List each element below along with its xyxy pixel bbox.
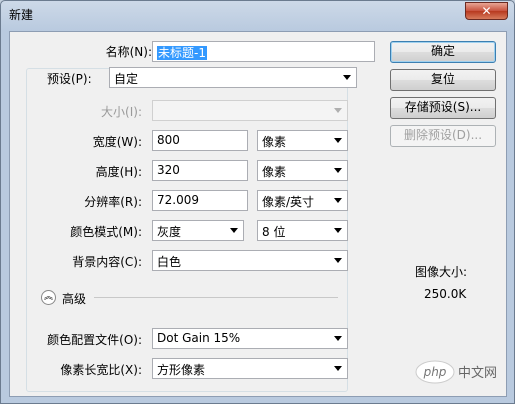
save-preset-button-label: 存储预设(S)... xyxy=(404,100,482,114)
height-unit-select[interactable]: 像素 xyxy=(257,160,348,181)
color-profile-label: 颜色配置文件(O): xyxy=(47,333,142,347)
color-profile-select[interactable]: Dot Gain 15% xyxy=(152,328,348,349)
height-input[interactable]: 320 xyxy=(152,160,248,181)
preset-value: 自定 xyxy=(114,72,139,86)
chevron-down-icon xyxy=(334,108,342,113)
double-chevron-up-icon: ︽ xyxy=(43,292,53,302)
size-select[interactable] xyxy=(152,100,348,121)
name-label: 名称(N): xyxy=(105,45,152,59)
chevron-down-icon xyxy=(334,198,342,203)
width-label: 宽度(W): xyxy=(92,135,142,149)
width-unit-value: 像素 xyxy=(262,135,287,149)
advanced-toggle-button[interactable]: ︽ xyxy=(41,290,56,305)
chevron-down-icon xyxy=(230,228,238,233)
ok-button-label: 确定 xyxy=(430,44,455,58)
chevron-down-icon xyxy=(343,75,351,80)
pixel-aspect-value: 方形像素 xyxy=(157,363,206,377)
size-label: 大小(I): xyxy=(101,105,142,119)
reset-button-label: 复位 xyxy=(430,72,455,86)
advanced-divider xyxy=(94,297,338,298)
name-input[interactable]: 未标题-1 xyxy=(152,41,375,62)
chevron-down-icon xyxy=(334,138,342,143)
width-input[interactable]: 800 xyxy=(152,130,248,151)
bit-depth-value: 8 位 xyxy=(262,225,286,239)
php-watermark: php 中文网 xyxy=(415,359,505,388)
resolution-label: 分辨率(R): xyxy=(84,195,142,209)
advanced-label: 高级 xyxy=(62,292,87,306)
background-label: 背景内容(C): xyxy=(72,255,142,269)
svg-text:中文网: 中文网 xyxy=(458,366,497,381)
chevron-down-icon xyxy=(334,168,342,173)
color-mode-value: 灰度 xyxy=(157,225,182,239)
color-profile-value: Dot Gain 15% xyxy=(157,331,241,345)
preset-select[interactable]: 自定 xyxy=(109,67,357,88)
new-document-dialog: 新建 ✕ 名称(N): 未标题-1 预设(P): 自定 大小(I): 宽度(W)… xyxy=(0,0,515,404)
window-title: 新建 xyxy=(9,8,34,22)
preset-label: 预设(P): xyxy=(44,70,95,87)
chevron-down-icon xyxy=(334,336,342,341)
color-mode-select[interactable]: 灰度 xyxy=(152,220,244,241)
height-value: 320 xyxy=(157,163,180,177)
close-icon: ✕ xyxy=(481,4,492,18)
background-value: 白色 xyxy=(157,255,182,269)
height-unit-value: 像素 xyxy=(262,165,287,179)
image-size-value: 250.0K xyxy=(424,287,467,301)
width-unit-select[interactable]: 像素 xyxy=(257,130,348,151)
php-logo-icon: php 中文网 xyxy=(415,360,497,384)
ok-button[interactable]: 确定 xyxy=(390,41,496,63)
close-button[interactable]: ✕ xyxy=(465,2,508,20)
height-label: 高度(H): xyxy=(95,165,142,179)
chevron-down-icon xyxy=(334,366,342,371)
delete-preset-button[interactable]: 删除预设(D)... xyxy=(390,125,496,147)
svg-text:php: php xyxy=(423,365,447,379)
resolution-unit-value: 像素/英寸 xyxy=(262,195,315,209)
name-value: 未标题-1 xyxy=(157,46,207,60)
resolution-input[interactable]: 72.009 xyxy=(152,190,248,211)
resolution-value: 72.009 xyxy=(157,193,199,207)
color-mode-label: 颜色模式(M): xyxy=(70,225,142,239)
image-size-label: 图像大小: xyxy=(415,265,468,279)
background-select[interactable]: 白色 xyxy=(152,250,348,271)
title-bar: 新建 ✕ xyxy=(1,1,514,29)
bit-depth-select[interactable]: 8 位 xyxy=(257,220,348,241)
pixel-aspect-select[interactable]: 方形像素 xyxy=(152,358,348,379)
resolution-unit-select[interactable]: 像素/英寸 xyxy=(257,190,348,211)
delete-preset-button-label: 删除预设(D)... xyxy=(403,128,483,142)
chevron-down-icon xyxy=(334,258,342,263)
dialog-body: 名称(N): 未标题-1 预设(P): 自定 大小(I): 宽度(W): 800… xyxy=(9,31,507,397)
save-preset-button[interactable]: 存储预设(S)... xyxy=(390,97,496,119)
width-value: 800 xyxy=(157,133,180,147)
pixel-aspect-label: 像素长宽比(X): xyxy=(60,363,142,377)
reset-button[interactable]: 复位 xyxy=(390,69,496,91)
chevron-down-icon xyxy=(334,228,342,233)
